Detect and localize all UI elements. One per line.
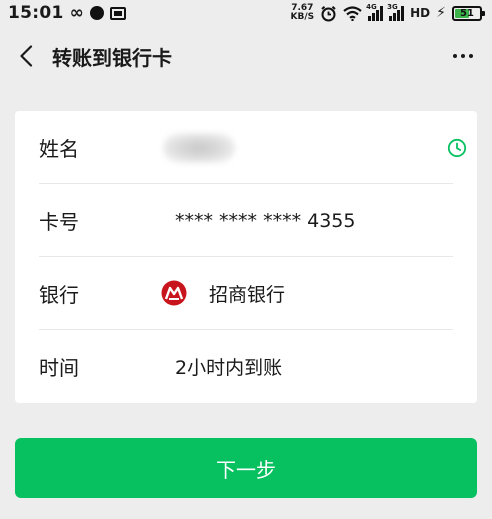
more-dot: [461, 54, 465, 58]
charging-icon: ⚡: [436, 5, 446, 21]
form-row-bank[interactable]: 银行 招商银行: [15, 257, 477, 330]
more-dot: [469, 54, 473, 58]
hd-icon: HD: [410, 6, 431, 20]
more-button[interactable]: [448, 41, 478, 71]
form-row-card-number[interactable]: 卡号 **** **** **** 4355: [15, 184, 477, 257]
bank-value: 招商银行: [209, 284, 286, 306]
name-label: 姓名: [39, 137, 79, 161]
status-left: 15:01 ∞: [8, 3, 126, 23]
card-number-value: **** **** **** 4355: [175, 209, 356, 232]
arrival-time-value: 2小时内到账: [175, 357, 283, 379]
back-button[interactable]: [14, 41, 38, 71]
next-step-button[interactable]: 下一步: [15, 438, 477, 498]
signal-4g-icon: 4G: [366, 2, 384, 21]
cmb-bank-logo-icon: [161, 280, 187, 306]
message-icon: [109, 6, 126, 20]
transfer-form-card: 姓名 卡号 **** **** **** 4355 银行 招商银行 时间 2小时…: [15, 111, 477, 403]
clock-icon[interactable]: [447, 138, 467, 158]
link-icon: ∞: [69, 2, 84, 23]
status-bar: 15:01 ∞ 7.67 KB/S 4G 3G HD ⚡ 51: [0, 0, 492, 26]
chevron-left-icon: [20, 45, 33, 67]
card-number-label: 卡号: [39, 210, 79, 234]
more-dot: [453, 54, 457, 58]
page-title: 转账到银行卡: [52, 45, 172, 70]
name-value-blurred: [163, 133, 235, 163]
status-time: 15:01: [8, 3, 64, 23]
status-right: 7.67 KB/S 4G 3G HD ⚡ 51: [291, 2, 485, 22]
battery-icon: 51: [452, 5, 485, 21]
chat-bubble-icon: [89, 6, 104, 20]
battery-level: 51: [460, 7, 474, 19]
signal-3g-icon: 3G: [387, 2, 405, 21]
nav-bar: 转账到银行卡: [0, 28, 492, 84]
bank-label: 银行: [39, 283, 79, 307]
network-speed-unit: KB/S: [290, 12, 315, 22]
signal-3g-tag: 3G: [387, 2, 398, 11]
form-row-name[interactable]: 姓名: [15, 111, 477, 184]
signal-4g-tag: 4G: [366, 2, 377, 11]
wifi-icon: [343, 5, 362, 21]
form-row-arrival-time[interactable]: 时间 2小时内到账: [15, 330, 477, 403]
arrival-time-label: 时间: [39, 356, 79, 380]
alarm-icon: [321, 5, 336, 21]
network-speed: 7.67 KB/S: [291, 4, 315, 22]
